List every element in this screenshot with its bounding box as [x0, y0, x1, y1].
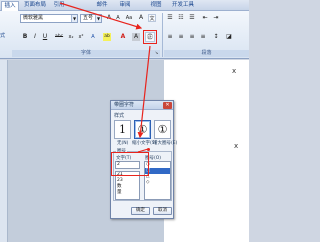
word-window: 插入 页面布局 引用 邮件 审阅 视图 开发工具 式 微软雅黑 ▼ 五号 ▼ A… — [0, 0, 249, 242]
annotation-arrows — [59, 2, 151, 153]
arrow-to-style-option — [137, 45, 151, 139]
arrow-to-enclose-button — [59, 2, 143, 30]
arrow-to-text-field — [137, 148, 149, 153]
